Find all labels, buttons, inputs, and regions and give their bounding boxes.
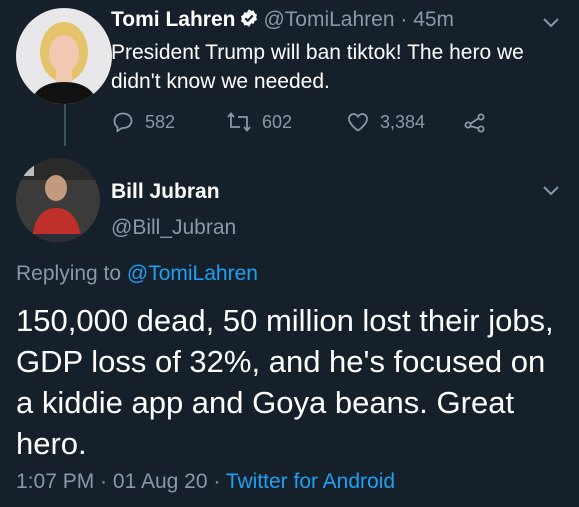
retweet-button[interactable]: 602 (226, 110, 292, 134)
parent-avatar[interactable] (16, 8, 112, 104)
retweet-icon (226, 110, 252, 134)
parent-author-name[interactable]: Tomi Lahren (111, 8, 235, 31)
share-button[interactable] (463, 110, 487, 134)
parent-timestamp[interactable]: 45m (413, 8, 454, 31)
parent-action-bar: 582 602 3,384 (111, 110, 531, 136)
replying-to: Replying to @TomiLahren (16, 262, 258, 286)
reply-author-name[interactable]: Bill Jubran (111, 180, 220, 204)
share-icon (463, 110, 487, 134)
reply-more-chevron-icon[interactable] (540, 184, 562, 198)
reply-meta: 1:07 PM · 01 Aug 20 · Twitter for Androi… (16, 470, 395, 494)
reply-icon (111, 110, 135, 134)
reply-tweet-text: 150,000 dead, 50 million lost their jobs… (16, 303, 554, 461)
parent-header: Tomi Lahren @TomiLahren · 45m (111, 8, 454, 34)
parent-tweet-text: President Trump will ban tiktok! The her… (111, 41, 524, 93)
verified-badge-icon (239, 8, 259, 34)
heart-icon (346, 110, 370, 134)
like-count: 3,384 (380, 111, 426, 132)
replying-label: Replying to (16, 262, 122, 285)
parent-author-handle[interactable]: @TomiLahren (263, 8, 394, 31)
reply-button[interactable]: 582 (111, 110, 175, 134)
reply-count: 582 (145, 111, 176, 132)
retweet-count: 602 (262, 111, 293, 132)
meta-separator-1: · (100, 470, 108, 493)
reply-date[interactable]: 01 Aug 20 (113, 470, 208, 493)
thread-line (64, 104, 66, 146)
replying-mention-link[interactable]: @TomiLahren (127, 262, 258, 285)
meta-separator-2: · (213, 470, 221, 493)
parent-more-chevron-icon[interactable] (540, 16, 562, 30)
reply-time[interactable]: 1:07 PM (16, 470, 94, 493)
reply-author-handle[interactable]: @Bill_Jubran (111, 216, 236, 240)
source-app-link[interactable]: Twitter for Android (226, 470, 395, 493)
parent-separator: · (400, 8, 408, 31)
reply-avatar[interactable] (16, 158, 100, 242)
like-button[interactable]: 3,384 (346, 110, 425, 134)
